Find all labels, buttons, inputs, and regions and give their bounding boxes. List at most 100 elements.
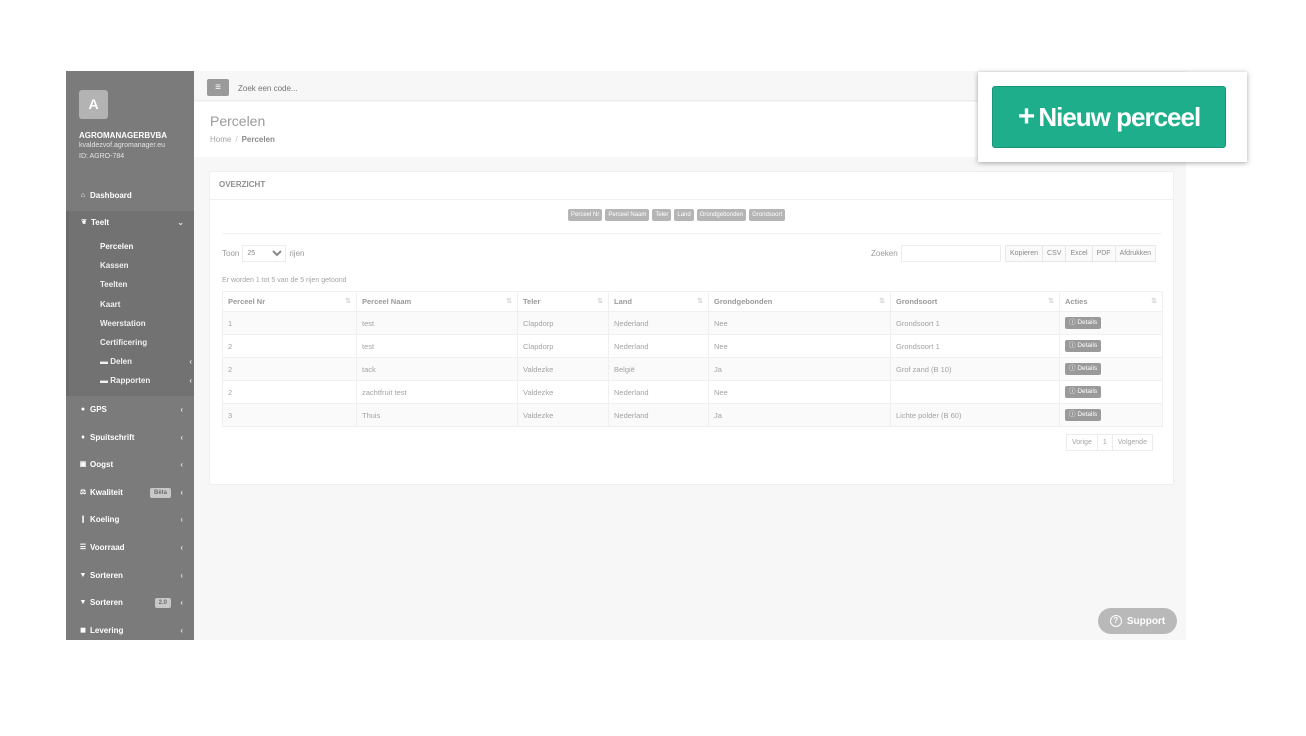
column-header-grondgebonden[interactable]: Grondgebonden ⇅ [708, 291, 891, 312]
column-toggle-grondsoort[interactable]: Grondsoort [749, 209, 786, 221]
help-icon: ? [1109, 615, 1122, 627]
cell-teler: Valdezke [517, 357, 609, 381]
page-number-button[interactable]: 1 [1096, 434, 1113, 451]
chevron-left-icon: ‹ [180, 515, 183, 524]
map-marker-icon: ● [80, 406, 86, 413]
excel-button[interactable]: Excel [1065, 245, 1093, 262]
sidebar-item-sorteren-2[interactable]: ▼ Sorteren 2.0 ‹ [79, 596, 187, 610]
sidebar-item-oogst[interactable]: ▣ Oogst ‹ [79, 458, 187, 472]
details-label: Details [1077, 365, 1098, 372]
copy-button[interactable]: Kopieren [1005, 245, 1044, 262]
cell-grondsoort: Grof zand (B 10) [890, 357, 1060, 381]
cell-perceel-naam: zachtfruit test [356, 380, 518, 404]
sort-icon: ⇅ [697, 298, 703, 305]
sidebar-item-rapporten[interactable]: ▬ Rapporten ‹ [100, 375, 194, 387]
details-button[interactable]: ⓘ Details [1065, 363, 1102, 375]
sidebar-item-label: Sorteren [90, 598, 123, 607]
account-id: ID: AGRO-784 [79, 153, 125, 160]
column-header-grondsoort[interactable]: Grondsoort ⇅ [890, 291, 1060, 312]
chevron-left-icon: ‹ [180, 571, 183, 580]
details-button[interactable]: ⓘ Details [1065, 317, 1102, 329]
column-toggle-grondgebonden[interactable]: Grondgebonden [696, 209, 747, 221]
folder-icon: ▬ [100, 357, 111, 366]
cell-acties: ⓘ Details [1059, 357, 1163, 381]
chevron-left-icon: ‹ [180, 543, 183, 552]
sidebar-item-kwaliteit[interactable]: ⚖ Kwaliteit Bèta ‹ [79, 486, 187, 500]
breadcrumb-separator: / [235, 135, 238, 144]
table-row: 2 tack Valdezke België Ja Grof zand (B 1… [222, 357, 1163, 381]
breadcrumb-home[interactable]: Home [210, 135, 231, 144]
column-header-teler[interactable]: Teler ⇅ [517, 291, 609, 312]
sidebar-item-delen[interactable]: ▬ Delen ‹ [100, 356, 194, 368]
cell-perceel-naam: test [356, 334, 518, 358]
column-header-perceel-nr[interactable]: Perceel Nr ⇅ [222, 291, 357, 312]
cell-grondgebonden: Ja [708, 357, 891, 381]
menu-toggle-button[interactable]: ≡ [207, 79, 229, 96]
column-header-perceel-naam[interactable]: Perceel Naam ⇅ [356, 291, 518, 312]
support-button[interactable]: ? Support [1098, 608, 1177, 634]
csv-button[interactable]: CSV [1042, 245, 1067, 262]
sidebar-item-voorraad[interactable]: ☰ Voorraad ‹ [79, 541, 187, 555]
sidebar-item-label: Dashboard [90, 191, 132, 200]
column-toggle-teler[interactable]: Teler [652, 209, 672, 221]
sidebar-item-label: Oogst [90, 460, 114, 469]
cell-land: Nederland [608, 311, 709, 335]
sidebar-item-teelt[interactable]: ❦ Teelt ⌄ [80, 216, 188, 230]
previous-page-button[interactable]: Vorige [1066, 434, 1098, 451]
sidebar-item-gps[interactable]: ● GPS ‹ [79, 403, 187, 417]
cell-acties: ⓘ Details [1059, 403, 1163, 427]
details-button[interactable]: ⓘ Details [1065, 409, 1102, 421]
table-search-input[interactable] [900, 245, 1001, 262]
sidebar-item-percelen[interactable]: Percelen [100, 241, 194, 253]
page-length-select[interactable]: 25 [242, 245, 287, 262]
cell-teler: Valdezke [517, 403, 609, 427]
print-button[interactable]: Afdrukken [1114, 245, 1157, 262]
column-toggle-perceel-nr[interactable]: Perceel Nr [568, 209, 603, 221]
sort-icon: ⇅ [879, 298, 885, 305]
column-toggle-land[interactable]: Land [674, 209, 694, 221]
company-name: AGROMANAGERBVBA [79, 131, 167, 140]
truck-icon: ◼ [80, 627, 86, 634]
new-perceel-button[interactable]: + Nieuw perceel [992, 86, 1226, 148]
cell-perceel-nr: 1 [222, 311, 357, 335]
cell-perceel-nr: 2 [222, 380, 357, 404]
sort-asc-icon: ⇅ [345, 298, 351, 305]
hamburger-icon: ≡ [215, 82, 221, 93]
sidebar-item-levering[interactable]: ◼ Levering ‹ [79, 624, 187, 638]
column-header-acties[interactable]: Acties ⇅ [1059, 291, 1163, 312]
sidebar-item-kassen[interactable]: Kassen [100, 260, 194, 272]
sidebar-item-dashboard[interactable]: ⌂ Dashboard [79, 189, 187, 203]
drop-icon: ♦ [81, 434, 85, 441]
table-search: Zoeken [871, 245, 1001, 262]
sidebar-item-teelten[interactable]: Teelten [100, 279, 194, 291]
filter-icon: ▼ [79, 572, 87, 579]
avatar[interactable]: A [79, 90, 108, 119]
column-toggle-perceel-naam[interactable]: Perceel Naam [605, 209, 650, 221]
details-button[interactable]: ⓘ Details [1065, 340, 1102, 352]
sidebar-item-label: Voorraad [90, 543, 125, 552]
details-label: Details [1077, 342, 1098, 349]
balance-icon: ⚖ [79, 489, 87, 496]
rijen-label: rijen [289, 249, 305, 258]
code-search-input[interactable] [238, 80, 438, 96]
sidebar-item-sorteren[interactable]: ▼ Sorteren ‹ [79, 569, 187, 583]
support-label: Support [1126, 615, 1166, 627]
sidebar-item-spuitschrift[interactable]: ♦ Spuitschrift ‹ [79, 431, 187, 445]
sidebar-item-weerstation[interactable]: Weerstation [100, 318, 194, 330]
version-badge: 2.0 [154, 598, 171, 608]
sidebar-item-kaart[interactable]: Kaart [100, 299, 194, 311]
details-label: Details [1077, 411, 1098, 418]
sidebar-item-koeling[interactable]: ❙ Koeling ‹ [79, 513, 187, 527]
sidebar: A AGROMANAGERBVBA kvaldezvof.agromanager… [66, 71, 194, 640]
leaf-icon: ❦ [81, 219, 87, 226]
basket-icon: ▣ [79, 461, 87, 468]
column-header-land[interactable]: Land ⇅ [608, 291, 709, 312]
sidebar-item-certificering[interactable]: Certificering [100, 337, 194, 349]
next-page-button[interactable]: Volgende [1111, 434, 1153, 451]
home-icon: ⌂ [80, 192, 86, 199]
percelen-table: Perceel Nr ⇅ Perceel Naam ⇅ Teler ⇅ Land ⇅ G… [222, 291, 1163, 427]
zoeken-label: Zoeken [871, 249, 898, 258]
details-button[interactable]: ⓘ Details [1065, 386, 1102, 398]
sort-icon: ⇅ [1048, 298, 1054, 305]
pdf-button[interactable]: PDF [1091, 245, 1116, 262]
